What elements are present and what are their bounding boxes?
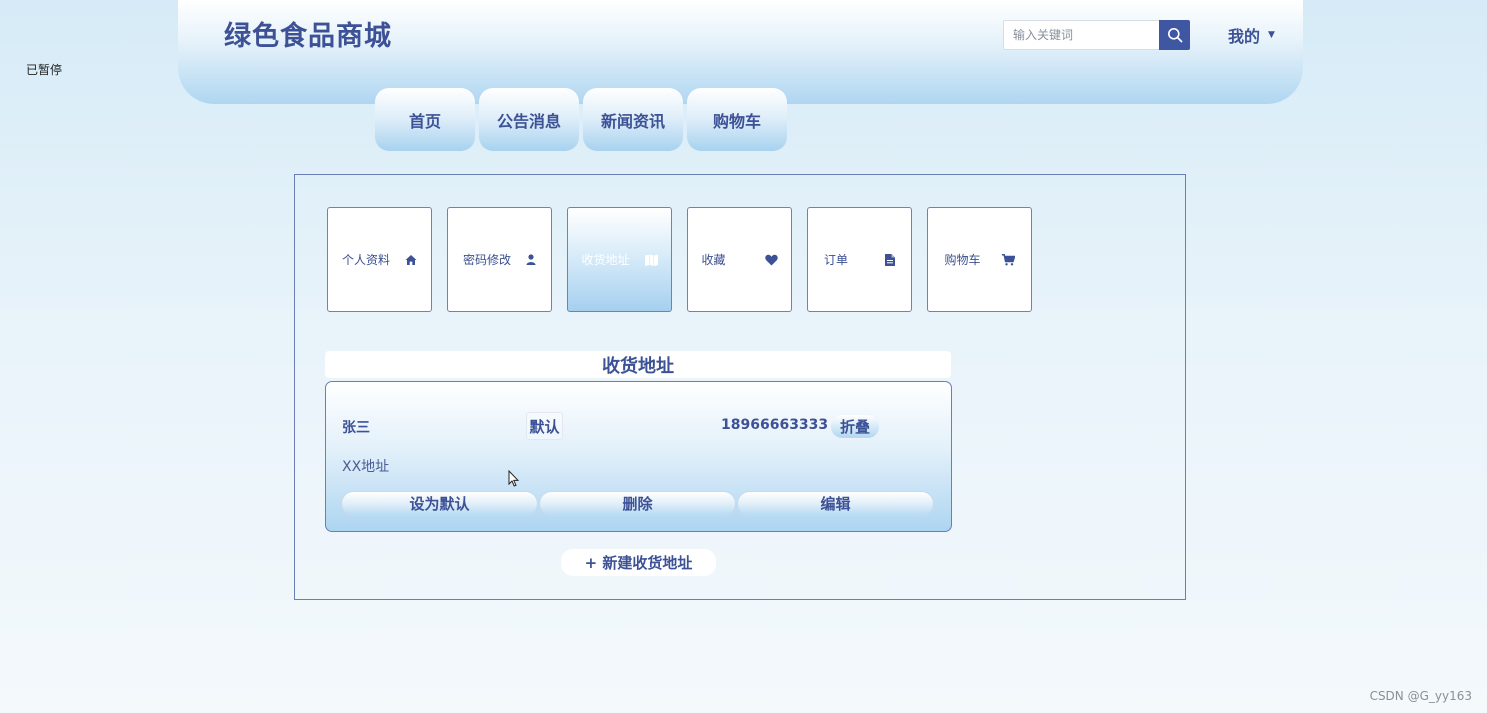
- menu-card-label: 密码修改: [462, 253, 511, 267]
- menu-card-orders[interactable]: 订单: [807, 207, 912, 312]
- menu-card-label: 收藏: [701, 253, 726, 267]
- nav-tab-announcements[interactable]: 公告消息: [479, 88, 579, 151]
- map-icon: [644, 254, 658, 266]
- nav-tab-news[interactable]: 新闻资讯: [583, 88, 683, 151]
- address-card: 张三 默认 18966663333 折叠 XX地址 设为默认 删除 编辑: [325, 381, 952, 532]
- delete-button[interactable]: 删除: [539, 491, 736, 516]
- menu-card-label: 购物车: [944, 253, 981, 267]
- nav-tab-home[interactable]: 首页: [375, 88, 475, 151]
- site-title[interactable]: 绿色食品商城: [224, 14, 392, 53]
- user-center-panel: 个人资料 密码修改 收货地址 收藏 订单 购物车 收货地址 张三 默认 1896…: [294, 174, 1186, 600]
- menu-card-label: 订单: [823, 253, 848, 267]
- search-button[interactable]: [1159, 20, 1190, 50]
- search-icon: [1167, 28, 1182, 43]
- user-menu[interactable]: 我的 ▼: [1228, 23, 1275, 47]
- menu-card-label: 收货地址: [581, 253, 630, 267]
- user-menu-label: 我的: [1228, 27, 1261, 46]
- menu-card-password[interactable]: 密码修改: [447, 207, 552, 312]
- default-badge: 默认: [526, 412, 563, 440]
- file-icon: [885, 253, 895, 266]
- menu-card-favorites[interactable]: 收藏: [687, 207, 792, 312]
- address-actions: 设为默认 删除 编辑: [341, 491, 934, 516]
- user-center-menu: 个人资料 密码修改 收货地址 收藏 订单 购物车: [327, 207, 1032, 312]
- nav-tab-cart[interactable]: 购物车: [687, 88, 787, 151]
- user-icon: [526, 254, 536, 265]
- menu-card-cart[interactable]: 购物车: [927, 207, 1032, 312]
- fold-button[interactable]: 折叠: [830, 414, 880, 439]
- new-address-button[interactable]: + 新建收货地址: [561, 549, 716, 576]
- heart-icon: [764, 254, 778, 265]
- address-section-title: 收货地址: [325, 351, 951, 378]
- cart-icon: [1001, 253, 1015, 265]
- menu-card-profile[interactable]: 个人资料: [327, 207, 432, 312]
- recipient-name: 张三: [342, 420, 370, 436]
- set-default-button[interactable]: 设为默认: [341, 491, 538, 516]
- main-nav: 首页 公告消息 新闻资讯 购物车: [375, 88, 787, 151]
- paused-label: 已暂停: [26, 63, 63, 77]
- menu-card-address[interactable]: 收货地址: [567, 207, 672, 312]
- caret-down-icon: ▼: [1268, 30, 1275, 40]
- recipient-phone: 18966663333: [721, 417, 829, 433]
- mouse-cursor-icon: [508, 470, 519, 487]
- address-detail: XX地址: [342, 459, 390, 475]
- watermark: CSDN @G_yy163: [1369, 689, 1472, 703]
- edit-button[interactable]: 编辑: [737, 491, 934, 516]
- home-icon: [405, 254, 417, 265]
- search-input[interactable]: [1003, 20, 1159, 50]
- menu-card-label: 个人资料: [341, 253, 390, 267]
